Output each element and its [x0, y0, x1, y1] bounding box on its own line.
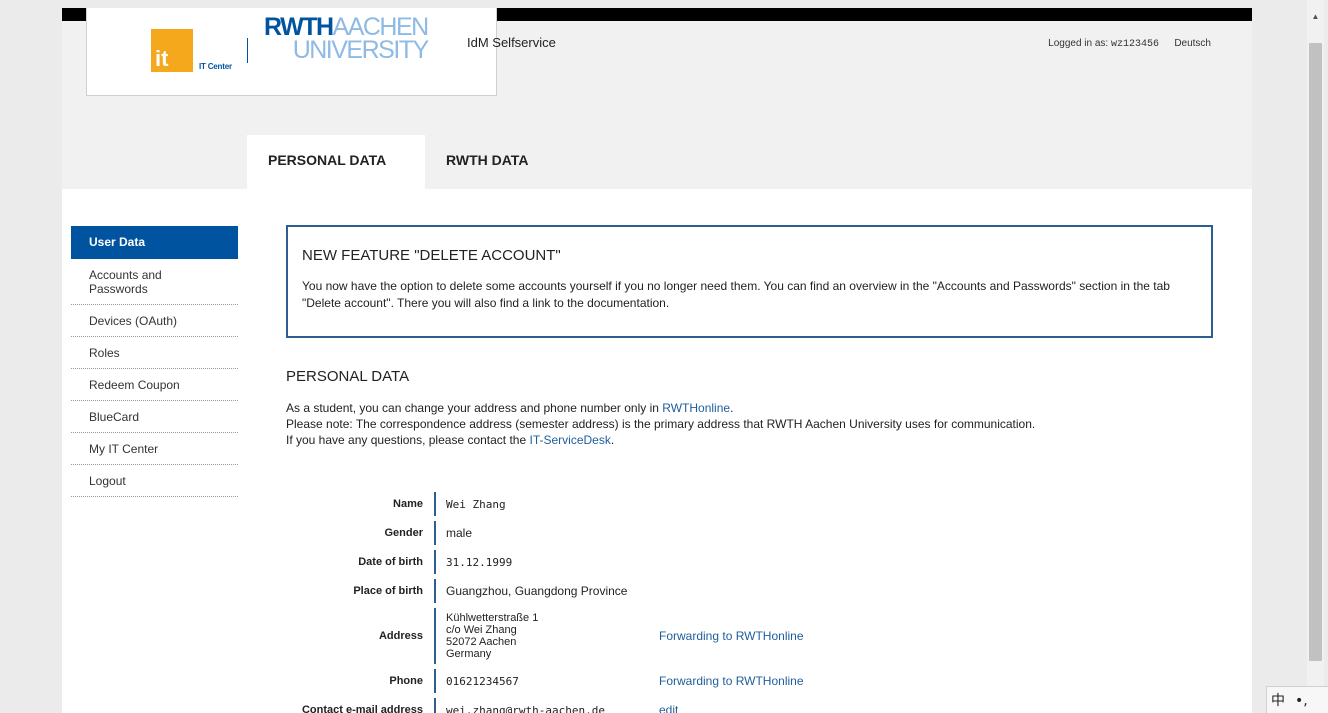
logo-area[interactable]: it IT Center RWTHAACHEN UNIVERSITY — [86, 8, 497, 96]
sidebar-item-devices-oauth[interactable]: Devices (OAuth) — [71, 305, 238, 337]
it-center-logo: it — [151, 29, 193, 72]
rwthonline-link[interactable]: RWTHonline — [662, 401, 730, 415]
address-line: c/o Wei Zhang — [446, 624, 517, 636]
field-row-address: Address Kühlwetterstraße 1 c/o Wei Zhang… — [287, 608, 804, 664]
tab-personal-data[interactable]: PERSONAL DATA — [247, 135, 425, 189]
sidebar-item-bluecard[interactable]: BlueCard — [71, 401, 238, 433]
it-servicedesk-link[interactable]: IT-ServiceDesk — [530, 433, 611, 447]
field-row-email: Contact e-mail address wei.zhang@rwth-aa… — [287, 698, 804, 713]
feature-text: You now have the option to delete some a… — [302, 279, 1170, 310]
ime-punctuation-icon: •, — [1295, 693, 1308, 709]
info-line3-suffix: . — [610, 433, 615, 447]
personal-data-info: As a student, you can change your addres… — [286, 400, 1035, 448]
sidebar-item-redeem-coupon[interactable]: Redeem Coupon — [71, 369, 238, 401]
sidebar-item-logout[interactable]: Logout — [71, 465, 238, 497]
phone-forwarding-link[interactable]: Forwarding to RWTHonline — [659, 674, 804, 688]
personal-data-heading: PERSONAL DATA — [286, 368, 410, 385]
field-value-gender: male — [434, 521, 659, 545]
field-label: Gender — [384, 527, 423, 539]
field-label: Date of birth — [358, 556, 423, 568]
feature-notice: NEW FEATURE "DELETE ACCOUNT" You now hav… — [286, 225, 1213, 338]
vertical-scrollbar[interactable]: ▲ — [1307, 0, 1324, 713]
field-label: Contact e-mail address — [301, 704, 423, 713]
info-line3-text: If you have any questions, please contac… — [286, 433, 530, 447]
field-label: Place of birth — [353, 585, 423, 597]
address-line: 52072 Aachen — [446, 636, 517, 648]
info-line1-suffix: . — [730, 401, 734, 415]
address-forwarding-link[interactable]: Forwarding to RWTHonline — [659, 629, 804, 643]
it-logo-text: it — [155, 46, 169, 71]
logo-divider — [247, 38, 248, 63]
field-row-dob: Date of birth 31.12.1999 — [287, 550, 804, 574]
rwth-logo: RWTHAACHEN UNIVERSITY — [264, 15, 430, 64]
field-value-phone: 01621234567 — [434, 669, 659, 693]
university-logo-word: UNIVERSITY — [292, 35, 430, 64]
address-line: Germany — [446, 648, 492, 660]
field-row-gender: Gender male — [287, 521, 804, 545]
field-value-name: Wei Zhang — [434, 492, 659, 516]
logged-in-label: Logged in as: — [1048, 38, 1109, 49]
ime-chinese-mode-icon: 中 — [1271, 693, 1285, 709]
personal-data-table: Name Wei Zhang Gender male Date of birth… — [287, 492, 804, 713]
sidebar-item-user-data[interactable]: User Data — [71, 226, 238, 259]
info-line2-text: Please note: The correspondence address … — [286, 417, 1036, 431]
field-row-name: Name Wei Zhang — [287, 492, 804, 516]
scroll-up-arrow-icon[interactable]: ▲ — [1307, 10, 1324, 24]
sidebar-item-roles[interactable]: Roles — [71, 337, 238, 369]
page: it IT Center RWTHAACHEN UNIVERSITY IdM S… — [62, 8, 1252, 713]
field-value-dob: 31.12.1999 — [434, 550, 659, 574]
sidebar-nav: User Data Accounts and Passwords Devices… — [71, 226, 238, 497]
sidebar-item-accounts-passwords[interactable]: Accounts and Passwords — [71, 259, 238, 305]
ime-indicator[interactable]: 中 •, — [1266, 686, 1328, 713]
field-row-place-of-birth: Place of birth Guangzhou, Guangdong Prov… — [287, 579, 804, 603]
feature-title: NEW FEATURE "DELETE ACCOUNT" — [302, 247, 561, 264]
field-value-address: Kühlwetterstraße 1 c/o Wei Zhang 52072 A… — [434, 608, 659, 664]
logged-in-info: Logged in as: wz123456 — [1048, 38, 1159, 50]
it-center-label: IT Center — [199, 62, 232, 71]
sidebar-item-my-it-center[interactable]: My IT Center — [71, 433, 238, 465]
field-label: Name — [393, 498, 423, 510]
field-label: Address — [378, 630, 423, 642]
app-title: IdM Selfservice — [467, 35, 556, 50]
address-line: Kühlwetterstraße 1 — [446, 612, 539, 624]
logged-in-user: wz123456 — [1110, 39, 1159, 50]
language-link[interactable]: Deutsch — [1174, 38, 1211, 49]
field-value-place-of-birth: Guangzhou, Guangdong Province — [434, 579, 659, 603]
email-edit-link[interactable]: edit — [659, 703, 678, 713]
tab-rwth-data[interactable]: RWTH DATA — [446, 135, 528, 189]
field-label: Phone — [389, 675, 423, 687]
scrollbar-thumb[interactable] — [1309, 43, 1322, 661]
info-line1-text: As a student, you can change your addres… — [286, 401, 663, 415]
field-value-email: wei.zhang@rwth-aachen.de — [434, 698, 659, 713]
field-row-phone: Phone 01621234567 Forwarding to RWTHonli… — [287, 669, 804, 693]
